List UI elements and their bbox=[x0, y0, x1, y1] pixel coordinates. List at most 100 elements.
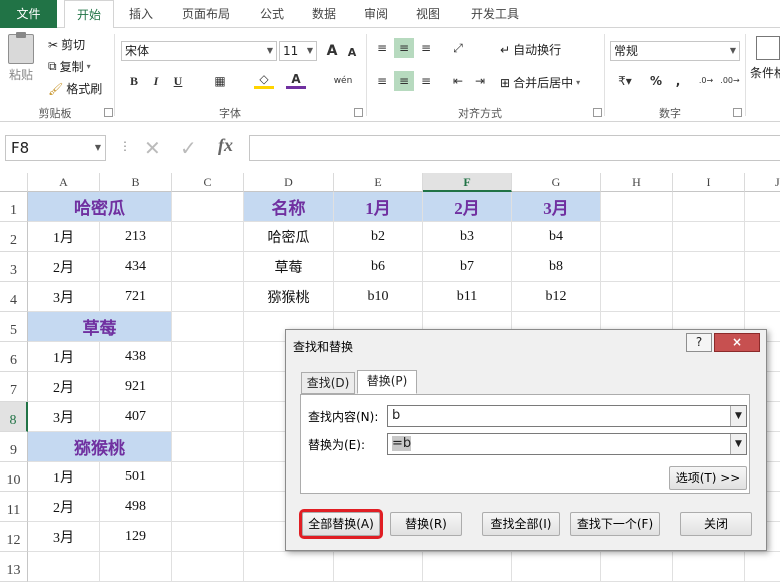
replace-with-input[interactable]: =b ▼ bbox=[387, 433, 747, 455]
cell-b11[interactable]: 498 bbox=[100, 492, 172, 522]
cell-a4[interactable]: 3月 bbox=[28, 282, 100, 312]
bold-button[interactable]: B bbox=[124, 71, 144, 91]
column-header-a[interactable]: A bbox=[28, 173, 100, 192]
increase-decimal-icon[interactable]: .0→ bbox=[696, 71, 716, 91]
enter-check-icon[interactable]: ✓ bbox=[180, 136, 197, 160]
tab-view[interactable]: 视图 bbox=[406, 0, 450, 28]
decrease-decimal-icon[interactable]: .00→ bbox=[720, 71, 740, 91]
cell-d1[interactable]: 名称 bbox=[244, 192, 334, 222]
border-icon[interactable]: ▦ bbox=[210, 71, 230, 91]
tab-page-layout[interactable]: 页面布局 bbox=[170, 0, 242, 28]
fill-color-icon[interactable]: ◇ bbox=[254, 71, 274, 89]
chevron-down-icon[interactable]: ▼ bbox=[730, 434, 746, 454]
cell-a2[interactable]: 1月 bbox=[28, 222, 100, 252]
column-header-b[interactable]: B bbox=[100, 173, 172, 192]
font-name-combo[interactable]: 宋体 ▼ bbox=[121, 41, 277, 61]
cell-b6[interactable]: 438 bbox=[100, 342, 172, 372]
cell-b8[interactable]: 407 bbox=[100, 402, 172, 432]
cell-a6[interactable]: 1月 bbox=[28, 342, 100, 372]
cell-g2[interactable]: b4 bbox=[512, 222, 601, 252]
column-header-i[interactable]: I bbox=[673, 173, 745, 192]
comma-button[interactable]: , bbox=[668, 71, 688, 91]
tab-replace[interactable]: 替换(P) bbox=[357, 370, 417, 394]
paste-button[interactable]: 粘贴 bbox=[8, 32, 34, 83]
column-header-f[interactable]: F bbox=[423, 173, 512, 192]
cell-b7[interactable]: 921 bbox=[100, 372, 172, 402]
row-header-4[interactable]: 4 bbox=[0, 282, 28, 312]
cell-a12[interactable]: 3月 bbox=[28, 522, 100, 552]
row-header-13[interactable]: 13 bbox=[0, 552, 28, 582]
cell-f4[interactable]: b11 bbox=[423, 282, 512, 312]
cell-a1-merged[interactable]: 哈密瓜 bbox=[28, 192, 172, 222]
column-header-d[interactable]: D bbox=[244, 173, 334, 192]
help-button[interactable]: ? bbox=[686, 333, 712, 352]
align-left-icon[interactable]: ≡ bbox=[372, 71, 392, 91]
cell-f1[interactable]: 2月 bbox=[423, 192, 512, 222]
currency-icon[interactable]: ₹▾ bbox=[612, 71, 638, 91]
italic-button[interactable]: I bbox=[146, 71, 166, 91]
replace-all-button[interactable]: 全部替换(A) bbox=[299, 509, 383, 539]
copy-button[interactable]: ⧉ 复制 ▾ bbox=[48, 58, 91, 75]
clipboard-launcher-icon[interactable] bbox=[104, 108, 113, 117]
format-painter-button[interactable]: 🖌 格式刷 bbox=[48, 80, 102, 97]
cell-e2[interactable]: b2 bbox=[334, 222, 423, 252]
align-bottom-icon[interactable]: ≡ bbox=[416, 38, 436, 58]
column-header-e[interactable]: E bbox=[334, 173, 423, 192]
row-header-5[interactable]: 5 bbox=[0, 312, 28, 342]
cell-a5-merged[interactable]: 草莓 bbox=[28, 312, 172, 342]
options-button[interactable]: 选项(T) >> bbox=[669, 466, 747, 490]
close-icon[interactable]: × bbox=[714, 333, 760, 352]
cell-b10[interactable]: 501 bbox=[100, 462, 172, 492]
column-header-j[interactable]: J bbox=[745, 173, 780, 192]
cell-g4[interactable]: b12 bbox=[512, 282, 601, 312]
tab-file[interactable]: 文件 bbox=[0, 0, 57, 28]
tab-insert[interactable]: 插入 bbox=[118, 0, 164, 28]
find-next-button[interactable]: 查找下一个(F) bbox=[570, 512, 660, 536]
row-header-11[interactable]: 11 bbox=[0, 492, 28, 522]
cell-b2[interactable]: 213 bbox=[100, 222, 172, 252]
align-center-icon[interactable]: ≡ bbox=[394, 71, 414, 91]
cancel-icon[interactable]: ✕ bbox=[144, 136, 161, 160]
cell-a3[interactable]: 2月 bbox=[28, 252, 100, 282]
conditional-format-button[interactable]: 条件格 bbox=[750, 36, 780, 81]
font-size-combo[interactable]: 11 ▼ bbox=[279, 41, 317, 61]
formula-input[interactable] bbox=[249, 135, 780, 161]
number-format-combo[interactable]: 常规 ▼ bbox=[610, 41, 740, 61]
close-button[interactable]: 关闭 bbox=[680, 512, 752, 536]
font-launcher-icon[interactable] bbox=[354, 108, 363, 117]
percent-button[interactable]: % bbox=[646, 71, 666, 91]
cell-d3[interactable]: 草莓 bbox=[244, 252, 334, 282]
cell-f2[interactable]: b3 bbox=[423, 222, 512, 252]
cell-f3[interactable]: b7 bbox=[423, 252, 512, 282]
column-header-c[interactable]: C bbox=[172, 173, 244, 192]
cell-e1[interactable]: 1月 bbox=[334, 192, 423, 222]
phonetic-button[interactable]: wén bbox=[330, 71, 356, 91]
cell-a7[interactable]: 2月 bbox=[28, 372, 100, 402]
align-middle-icon[interactable]: ≡ bbox=[394, 38, 414, 58]
tab-home[interactable]: 开始 bbox=[64, 0, 114, 29]
find-all-button[interactable]: 查找全部(I) bbox=[482, 512, 560, 536]
cell-a10[interactable]: 1月 bbox=[28, 462, 100, 492]
cell-g1[interactable]: 3月 bbox=[512, 192, 601, 222]
insert-function-icon[interactable]: fx bbox=[218, 135, 233, 156]
column-header-h[interactable]: H bbox=[601, 173, 673, 192]
row-header-12[interactable]: 12 bbox=[0, 522, 28, 552]
replace-button[interactable]: 替换(R) bbox=[390, 512, 462, 536]
row-header-9[interactable]: 9 bbox=[0, 432, 28, 462]
tab-developer[interactable]: 开发工具 bbox=[460, 0, 530, 28]
cell-b4[interactable]: 721 bbox=[100, 282, 172, 312]
cell-d2[interactable]: 哈密瓜 bbox=[244, 222, 334, 252]
alignment-launcher-icon[interactable] bbox=[593, 108, 602, 117]
wrap-text-button[interactable]: ↵ 自动换行 bbox=[500, 41, 561, 58]
row-header-2[interactable]: 2 bbox=[0, 222, 28, 252]
row-header-1[interactable]: 1 bbox=[0, 192, 28, 222]
number-launcher-icon[interactable] bbox=[733, 108, 742, 117]
underline-button[interactable]: U bbox=[168, 71, 188, 91]
cell-e4[interactable]: b10 bbox=[334, 282, 423, 312]
cell-e3[interactable]: b6 bbox=[334, 252, 423, 282]
align-top-icon[interactable]: ≡ bbox=[372, 38, 392, 58]
tab-data[interactable]: 数据 bbox=[302, 0, 346, 28]
cell-a8[interactable]: 3月 bbox=[28, 402, 100, 432]
row-header-8[interactable]: 8 bbox=[0, 402, 28, 432]
tab-find[interactable]: 查找(D) bbox=[301, 372, 355, 394]
